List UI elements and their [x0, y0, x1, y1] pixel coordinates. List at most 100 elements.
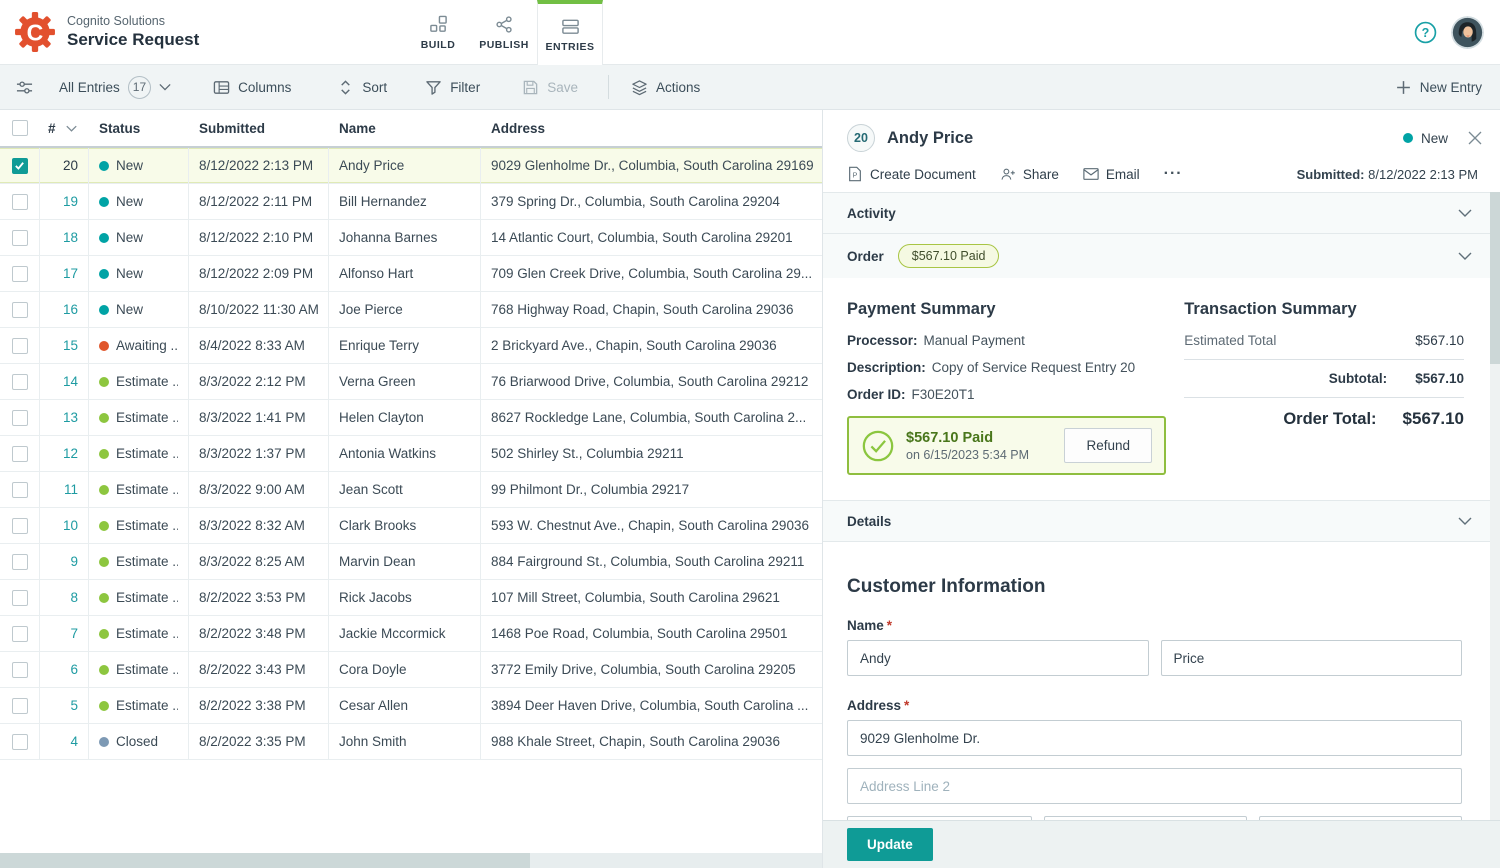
- table-row[interactable]: 4 Closed 8/2/2022 3:35 PM John Smith 988…: [0, 724, 822, 760]
- vertical-scrollbar-thumb[interactable]: [1490, 192, 1500, 364]
- chevron-down-icon: [159, 83, 171, 91]
- view-selector[interactable]: All Entries 17: [59, 75, 171, 99]
- refund-button[interactable]: Refund: [1064, 428, 1152, 463]
- row-checkbox[interactable]: [0, 580, 40, 615]
- entries-icon: [561, 19, 579, 34]
- row-entry-number: 10: [40, 508, 89, 543]
- column-header-name[interactable]: Name: [329, 121, 481, 136]
- table-row[interactable]: 10 Estimate ... 8/3/2022 8:32 AM Clark B…: [0, 508, 822, 544]
- select-all-checkbox[interactable]: [0, 120, 40, 136]
- row-checkbox[interactable]: [0, 364, 40, 399]
- processor-row: Processor: Manual Payment: [847, 333, 1025, 348]
- name-field-label: Name *: [847, 618, 893, 633]
- row-status: Estimate ...: [89, 364, 189, 399]
- share-button[interactable]: Share: [1000, 166, 1059, 182]
- status-dot: [99, 592, 109, 603]
- column-header-address[interactable]: Address: [481, 121, 822, 136]
- row-status: New: [89, 256, 189, 291]
- entry-detail-panel: 20 Andy Price New P Create Document Shar…: [823, 110, 1500, 868]
- row-status: Awaiting ...: [89, 328, 189, 363]
- row-status: New: [89, 184, 189, 219]
- sort-button[interactable]: Sort: [337, 79, 387, 96]
- table-row[interactable]: 17 New 8/12/2022 2:09 PM Alfonso Hart 70…: [0, 256, 822, 292]
- row-entry-number: 19: [40, 184, 89, 219]
- table-row[interactable]: 11 Estimate ... 8/3/2022 9:00 AM Jean Sc…: [0, 472, 822, 508]
- column-header-number[interactable]: #: [40, 121, 89, 136]
- create-document-label: Create Document: [870, 166, 976, 182]
- table-row[interactable]: 8 Estimate ... 8/2/2022 3:53 PM Rick Jac…: [0, 580, 822, 616]
- table-row[interactable]: 14 Estimate ... 8/3/2022 2:12 PM Verna G…: [0, 364, 822, 400]
- row-checkbox[interactable]: [0, 544, 40, 579]
- close-icon[interactable]: [1468, 131, 1482, 145]
- cognito-logo-icon: C: [15, 12, 55, 52]
- entry-status-indicator[interactable]: New: [1402, 130, 1448, 146]
- row-checkbox[interactable]: [0, 508, 40, 543]
- section-details[interactable]: Details: [823, 500, 1500, 542]
- column-header-status[interactable]: Status: [89, 121, 189, 136]
- row-status: Estimate ...: [89, 652, 189, 687]
- row-address: 107 Mill Street, Columbia, South Carolin…: [491, 590, 780, 605]
- table-row[interactable]: 12 Estimate ... 8/3/2022 1:37 PM Antonia…: [0, 436, 822, 472]
- email-label: Email: [1105, 166, 1140, 182]
- new-entry-button[interactable]: New Entry: [1395, 79, 1482, 96]
- row-name: Andy Price: [329, 148, 481, 183]
- table-row[interactable]: 19 New 8/12/2022 2:11 PM Bill Hernandez …: [0, 184, 822, 220]
- table-row[interactable]: 9 Estimate ... 8/3/2022 8:25 AM Marvin D…: [0, 544, 822, 580]
- columns-button[interactable]: Columns: [213, 79, 291, 96]
- more-actions-button[interactable]: ···: [1164, 165, 1183, 183]
- row-status: Closed: [89, 724, 189, 759]
- table-row[interactable]: 16 New 8/10/2022 11:30 AM Joe Pierce 768…: [0, 292, 822, 328]
- transaction-summary-title: Transaction Summary: [1184, 300, 1357, 318]
- row-checkbox[interactable]: [0, 436, 40, 471]
- row-entry-number: 16: [40, 292, 89, 327]
- email-button[interactable]: Email: [1083, 166, 1140, 182]
- table-row[interactable]: 7 Estimate ... 8/2/2022 3:48 PM Jackie M…: [0, 616, 822, 652]
- section-activity[interactable]: Activity: [823, 192, 1500, 233]
- save-button[interactable]: Save: [522, 79, 578, 96]
- row-status: Estimate ...: [89, 400, 189, 435]
- create-document-button[interactable]: P Create Document: [847, 166, 976, 182]
- table-row[interactable]: 18 New 8/12/2022 2:10 PM Johanna Barnes …: [0, 220, 822, 256]
- actions-button[interactable]: Actions: [631, 79, 700, 96]
- table-row[interactable]: 6 Estimate ... 8/2/2022 3:43 PM Cora Doy…: [0, 652, 822, 688]
- last-name-input[interactable]: [1160, 640, 1462, 676]
- brand-name: Cognito Solutions: [67, 13, 165, 28]
- update-button[interactable]: Update: [847, 828, 933, 861]
- column-header-submitted[interactable]: Submitted: [189, 121, 329, 136]
- table-row[interactable]: 15 Awaiting ... 8/4/2022 8:33 AM Enrique…: [0, 328, 822, 364]
- row-checkbox[interactable]: [0, 724, 40, 759]
- row-checkbox[interactable]: [0, 616, 40, 651]
- row-checkbox[interactable]: [0, 472, 40, 507]
- row-checkbox[interactable]: [0, 220, 40, 255]
- tab-build[interactable]: BUILD: [405, 0, 471, 65]
- row-checkbox[interactable]: [0, 292, 40, 327]
- address-line1-input[interactable]: [847, 720, 1462, 756]
- table-row[interactable]: 13 Estimate ... 8/3/2022 1:41 PM Helen C…: [0, 400, 822, 436]
- horizontal-scrollbar-thumb[interactable]: [0, 853, 530, 868]
- first-name-input[interactable]: [847, 640, 1149, 676]
- address-line2-input[interactable]: [847, 768, 1462, 804]
- chevron-down-icon: [1458, 517, 1472, 525]
- row-checkbox[interactable]: [0, 652, 40, 687]
- order-total-row: Order Total: $567.10: [1283, 409, 1464, 428]
- table-row[interactable]: 20 New 8/12/2022 2:13 PM Andy Price 9029…: [0, 148, 822, 184]
- help-icon[interactable]: ?: [1414, 21, 1437, 44]
- row-checkbox[interactable]: [0, 148, 40, 183]
- user-avatar[interactable]: [1451, 16, 1484, 49]
- row-submitted: 8/12/2022 2:10 PM: [189, 220, 329, 255]
- filter-button[interactable]: Filter: [425, 79, 480, 96]
- view-options-icon[interactable]: [16, 79, 33, 96]
- entry-status-label: New: [1420, 130, 1448, 146]
- row-address: 14 Atlantic Court, Columbia, South Carol…: [491, 230, 793, 245]
- payment-summary-title: Payment Summary: [847, 300, 996, 318]
- row-checkbox[interactable]: [0, 256, 40, 291]
- row-checkbox[interactable]: [0, 328, 40, 363]
- table-row[interactable]: 5 Estimate ... 8/2/2022 3:38 PM Cesar Al…: [0, 688, 822, 724]
- section-order[interactable]: Order $567.10 Paid: [823, 233, 1500, 278]
- row-checkbox[interactable]: [0, 184, 40, 219]
- tab-publish[interactable]: PUBLISH: [471, 0, 537, 65]
- vertical-scrollbar: [1490, 192, 1500, 820]
- tab-entries[interactable]: ENTRIES: [537, 0, 603, 65]
- row-checkbox[interactable]: [0, 400, 40, 435]
- row-checkbox[interactable]: [0, 688, 40, 723]
